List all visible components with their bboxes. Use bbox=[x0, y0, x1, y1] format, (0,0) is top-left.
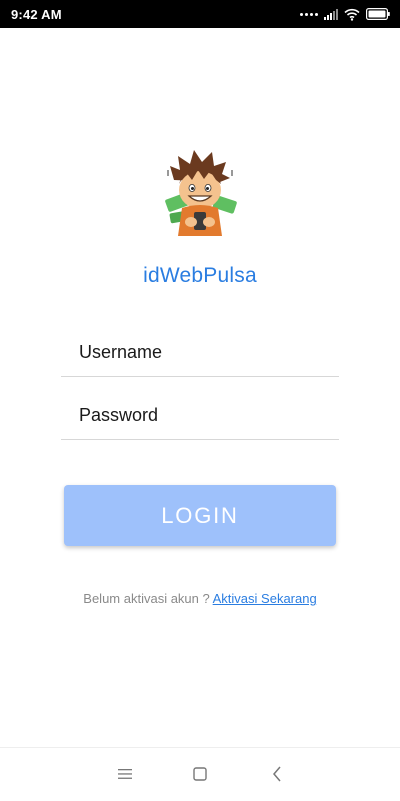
status-bar: 9:42 AM bbox=[0, 0, 400, 28]
status-icons bbox=[300, 6, 390, 22]
back-button[interactable] bbox=[267, 764, 287, 784]
navigation-bar bbox=[0, 747, 400, 801]
back-icon bbox=[273, 766, 281, 782]
signal-dots-icon bbox=[300, 12, 318, 16]
home-button[interactable] bbox=[190, 764, 210, 784]
cellular-signal-icon bbox=[324, 8, 338, 20]
activation-link[interactable]: Aktivasi Sekarang bbox=[213, 591, 317, 606]
menu-button[interactable] bbox=[115, 764, 135, 784]
battery-icon bbox=[366, 8, 390, 20]
status-time: 9:42 AM bbox=[11, 7, 62, 22]
home-icon bbox=[193, 767, 207, 781]
username-field-container bbox=[61, 330, 339, 377]
wifi-icon bbox=[344, 8, 360, 21]
login-button[interactable]: LOGIN bbox=[64, 485, 336, 546]
username-input[interactable] bbox=[79, 330, 334, 374]
menu-icon bbox=[118, 769, 132, 779]
app-title: idWebPulsa bbox=[143, 264, 257, 287]
app-logo-mascot bbox=[165, 150, 237, 236]
activation-prompt-text: Belum aktivasi akun ? bbox=[83, 591, 213, 606]
password-field-container bbox=[61, 393, 339, 440]
password-input[interactable] bbox=[79, 393, 334, 437]
activation-prompt: Belum aktivasi akun ? Aktivasi Sekarang bbox=[0, 591, 400, 606]
